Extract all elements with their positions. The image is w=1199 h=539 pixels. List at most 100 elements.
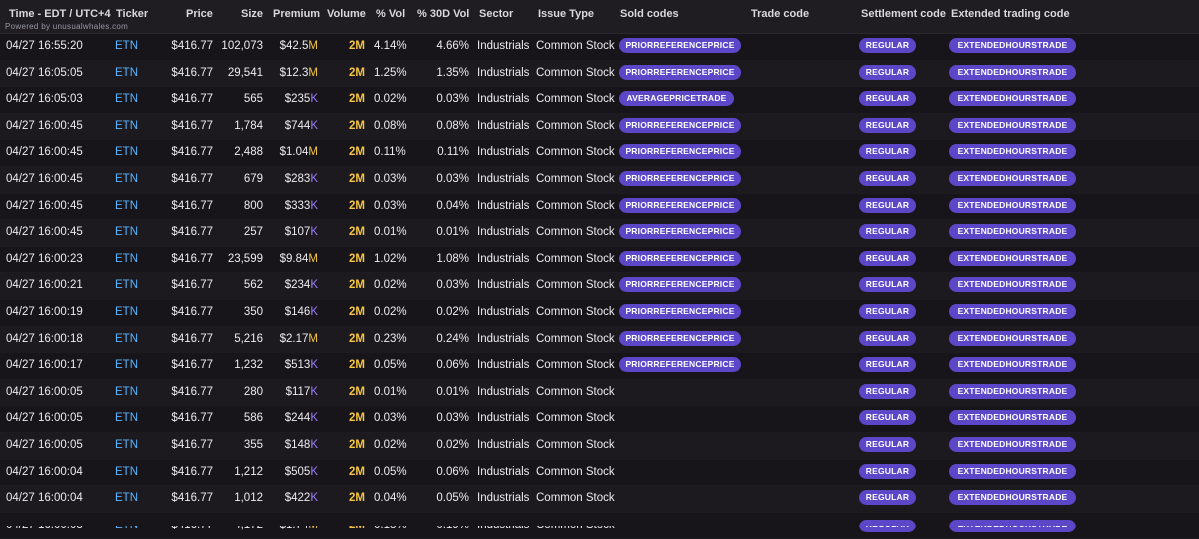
header-ticker[interactable]: Ticker <box>116 8 148 20</box>
cell-sector: Industrials <box>477 305 530 318</box>
header-volume[interactable]: Volume <box>327 8 366 20</box>
table-row[interactable]: 04/27 16:00:18 ETN $416.77 5,216 $2.17M … <box>0 326 1199 354</box>
table-row[interactable]: 04/27 16:00:17 ETN $416.77 1,232 $513K 2… <box>0 353 1199 380</box>
cell-premium: $744K <box>285 120 318 132</box>
table-row[interactable]: 04/27 16:00:04 ETN $416.77 1,212 $505K 2… <box>0 459 1199 487</box>
cell-time: 04/27 16:00:04 <box>6 492 83 505</box>
header-price[interactable]: Price <box>186 8 213 20</box>
cell-ticker[interactable]: ETN <box>115 226 138 238</box>
table-row[interactable]: 04/27 16:00:05 ETN $416.77 280 $117K 2M … <box>0 379 1199 407</box>
cell-sector: Industrials <box>477 66 530 79</box>
cell-ticker[interactable]: ETN <box>115 386 138 398</box>
header-settlement-code[interactable]: Settlement code <box>861 8 946 20</box>
extended-code-badge: EXTENDEDHOURSTRADE <box>949 303 1076 319</box>
cell-premium: $9.84M <box>280 253 318 265</box>
cell-premium: $283K <box>285 173 318 185</box>
table-row[interactable]: 04/27 16:00:05 ETN $416.77 355 $148K 2M … <box>0 432 1199 460</box>
cell-sector: Industrials <box>477 385 530 398</box>
cell-volume: 2M <box>349 305 365 318</box>
sold-code-badge: AVERAGEPRICETRADE <box>619 91 734 107</box>
premium-unit: M <box>308 40 318 52</box>
cell-ticker[interactable]: ETN <box>115 40 138 52</box>
header-premium[interactable]: Premium <box>273 8 320 20</box>
cell-size: 586 <box>243 412 263 425</box>
table-row[interactable]: 04/27 16:55:20 ETN $416.77 102,073 $42.5… <box>0 34 1199 61</box>
cell-time: 04/27 16:00:05 <box>6 438 83 451</box>
cell-size: 280 <box>243 385 263 398</box>
header-time[interactable]: Time - EDT / UTC+4 <box>9 8 111 20</box>
settlement-code-badge: REGULAR <box>859 197 916 213</box>
trades-table: Time - EDT / UTC+4 Powered by unusualwha… <box>0 0 1199 539</box>
header-size[interactable]: Size <box>241 8 263 20</box>
extended-code-badge: EXTENDEDHOURSTRADE <box>949 144 1076 160</box>
cell-price: $416.77 <box>171 252 213 265</box>
table-row[interactable]: 04/27 16:00:45 ETN $416.77 679 $283K 2M … <box>0 166 1199 194</box>
cell-size: 5,216 <box>234 332 263 345</box>
settlement-code-badge: REGULAR <box>859 170 916 186</box>
premium-unit: K <box>310 465 318 478</box>
powered-by-label: Powered by unusualwhales.com <box>5 22 129 31</box>
cell-pct-30d-vol: 0.01% <box>436 226 469 239</box>
cell-ticker[interactable]: ETN <box>115 253 138 265</box>
cell-ticker[interactable]: ETN <box>115 200 138 212</box>
header-sector[interactable]: Sector <box>479 8 513 20</box>
cell-price: $416.77 <box>171 172 213 185</box>
cell-ticker[interactable]: ETN <box>115 146 138 158</box>
header-trade-code[interactable]: Trade code <box>751 8 809 20</box>
table-row[interactable]: 04/27 16:05:05 ETN $416.77 29,541 $12.3M… <box>0 60 1199 88</box>
extended-code-badge: EXTENDEDHOURSTRADE <box>949 357 1076 373</box>
settlement-code-badge: REGULAR <box>859 144 916 160</box>
table-row[interactable]: 04/27 16:00:45 ETN $416.77 1,784 $744K 2… <box>0 113 1199 141</box>
table-row[interactable]: 04/27 16:00:19 ETN $416.77 350 $146K 2M … <box>0 299 1199 327</box>
cell-ticker[interactable]: ETN <box>115 333 138 345</box>
cell-premium: $333K <box>285 200 318 212</box>
extended-code-badge: EXTENDEDHOURSTRADE <box>949 38 1076 53</box>
cell-pct-30d-vol: 1.35% <box>436 66 469 79</box>
cell-price: $416.77 <box>171 465 213 478</box>
settlement-code-badge: REGULAR <box>859 91 916 107</box>
header-pct-30d-vol[interactable]: % 30D Vol <box>417 8 469 20</box>
header-pct-vol[interactable]: % Vol <box>376 8 405 20</box>
cell-ticker[interactable]: ETN <box>115 173 138 185</box>
cell-volume: 2M <box>349 359 365 372</box>
cell-pct-vol: 0.01% <box>374 226 407 239</box>
table-row[interactable]: 04/27 16:00:21 ETN $416.77 562 $234K 2M … <box>0 273 1199 300</box>
cell-size: 257 <box>243 226 263 239</box>
table-row[interactable]: 04/27 16:00:45 ETN $416.77 800 $333K 2M … <box>0 193 1199 221</box>
cell-ticker[interactable]: ETN <box>115 439 138 451</box>
cell-issue-type: Common Stock <box>536 465 615 478</box>
cell-ticker[interactable]: ETN <box>115 279 138 291</box>
cell-ticker[interactable]: ETN <box>115 412 138 424</box>
cell-ticker[interactable]: ETN <box>115 359 138 371</box>
cell-issue-type: Common Stock <box>536 385 615 398</box>
cell-size: 355 <box>243 438 263 451</box>
settlement-code-badge: REGULAR <box>859 250 916 266</box>
cell-ticker[interactable]: ETN <box>115 67 138 79</box>
cell-pct-vol: 0.03% <box>374 172 407 185</box>
header-issue-type[interactable]: Issue Type <box>538 8 594 20</box>
cell-ticker[interactable]: ETN <box>115 492 138 504</box>
cell-ticker[interactable]: ETN <box>115 466 138 478</box>
table-row[interactable]: 04/27 16:05:03 ETN $416.77 565 $235K 2M … <box>0 87 1199 114</box>
table-row[interactable]: 04/27 16:00:23 ETN $416.77 23,599 $9.84M… <box>0 246 1199 274</box>
header-extended-code[interactable]: Extended trading code <box>951 8 1070 20</box>
settlement-code-badge: REGULAR <box>859 463 916 479</box>
cell-issue-type: Common Stock <box>536 332 615 345</box>
cell-ticker[interactable]: ETN <box>115 306 138 318</box>
settlement-code-badge: REGULAR <box>859 64 916 80</box>
extended-code-badge: EXTENDEDHOURSTRADE <box>949 197 1076 213</box>
cell-sector: Industrials <box>477 412 530 425</box>
header-sold-codes[interactable]: Sold codes <box>620 8 679 20</box>
cell-sector: Industrials <box>477 332 530 345</box>
table-row[interactable]: 04/27 16:00:45 ETN $416.77 2,488 $1.04M … <box>0 140 1199 167</box>
premium-value: $9.84 <box>279 252 309 265</box>
cell-pct-30d-vol: 0.11% <box>437 146 469 159</box>
cell-ticker[interactable]: ETN <box>115 93 138 105</box>
cell-ticker[interactable]: ETN <box>115 120 138 132</box>
cell-time: 04/27 16:00:18 <box>6 332 83 345</box>
table-row[interactable]: 04/27 16:00:04 ETN $416.77 1,012 $422K 2… <box>0 486 1199 513</box>
premium-value: $244 <box>284 412 311 425</box>
table-row[interactable]: 04/27 16:00:05 ETN $416.77 586 $244K 2M … <box>0 406 1199 433</box>
table-row[interactable]: 04/27 16:00:45 ETN $416.77 257 $107K 2M … <box>0 220 1199 247</box>
cell-premium: $234K <box>285 279 318 291</box>
